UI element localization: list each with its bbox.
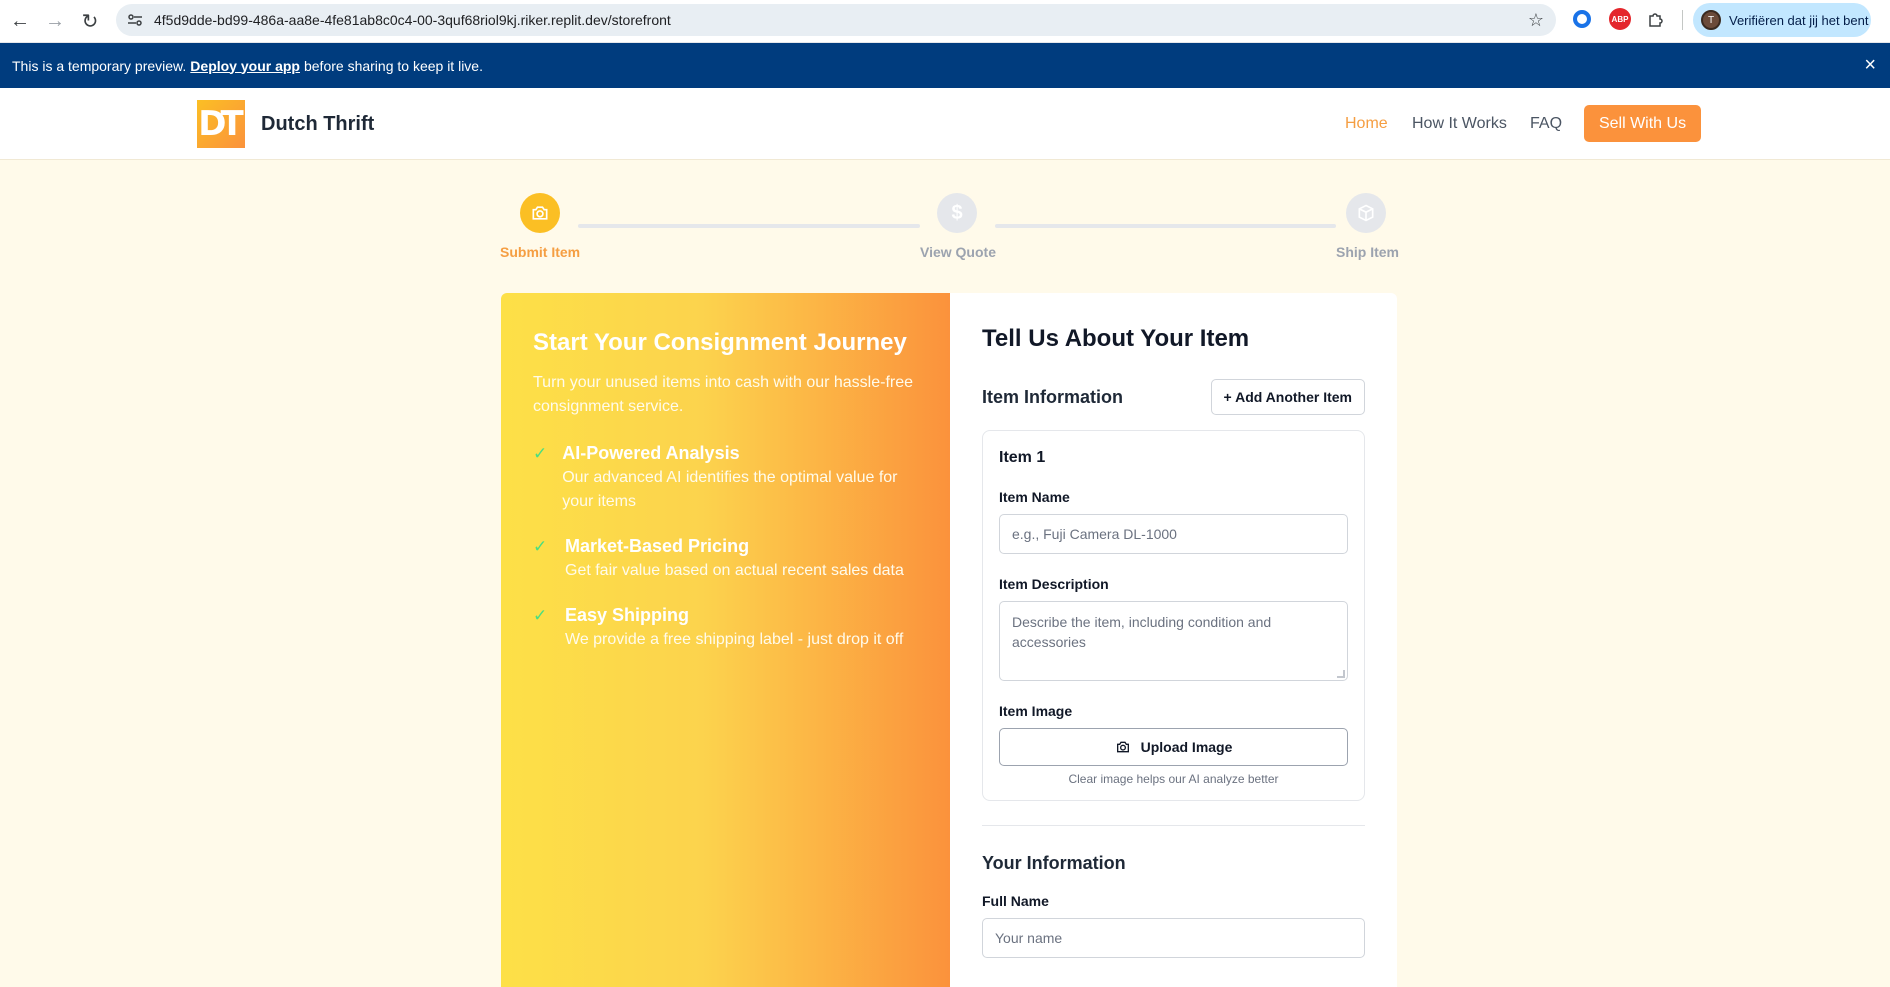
item-name-input[interactable]: e.g., Fuji Camera DL-1000	[999, 514, 1348, 554]
step-submit-label: Submit Item	[500, 244, 581, 260]
reload-icon[interactable]: ↻	[75, 6, 105, 36]
item-name-label: Item Name	[999, 489, 1070, 505]
step-ship-label: Ship Item	[1336, 244, 1400, 260]
intro-panel: Start Your Consignment Journey Turn your…	[501, 293, 950, 987]
add-item-button[interactable]: + Add Another Item	[1210, 379, 1365, 415]
step-ship-circle	[1346, 193, 1386, 233]
intro-subtitle: Turn your unused items into cash with ou…	[533, 374, 914, 415]
feature-title: Easy Shipping	[565, 605, 690, 625]
check-icon: ✓	[533, 606, 548, 625]
forward-icon[interactable]: →	[40, 6, 70, 36]
feature-desc: Get fair value based on actual recent sa…	[565, 562, 904, 579]
step-submit-circle	[520, 193, 560, 233]
step-connector-2	[995, 224, 1336, 228]
adblock-icon[interactable]: ABP	[1609, 8, 1631, 30]
step-connector-1	[578, 224, 920, 228]
package-icon	[1358, 204, 1374, 222]
item-card: Item 1 Item Name e.g., Fuji Camera DL-10…	[982, 430, 1365, 801]
item-section-header: Item Information + Add Another Item	[982, 379, 1365, 415]
banner-text-after: before sharing to keep it live.	[303, 57, 483, 74]
check-icon: ✓	[533, 444, 548, 463]
address-bar[interactable]: 4f5d9dde-bd99-486a-aa8e-4fe81ab8c0c4-00-…	[116, 4, 1556, 36]
camera-icon	[532, 206, 548, 220]
feature-item: ✓ Market-Based Pricing Get fair value ba…	[533, 536, 918, 583]
deploy-link[interactable]: Deploy your app	[190, 58, 300, 74]
feature-item: ✓ Easy Shipping We provide a free shippi…	[533, 605, 918, 652]
step-quote-circle: $	[937, 193, 977, 233]
feature-desc: We provide a free shipping label - just …	[565, 631, 904, 648]
form-title: Tell Us About Your Item	[982, 325, 1250, 352]
feature-title: AI-Powered Analysis	[562, 443, 740, 463]
feature-title: Market-Based Pricing	[565, 536, 750, 556]
your-info-title: Your Information	[982, 853, 1126, 873]
sell-with-us-button[interactable]: Sell With Us	[1584, 105, 1701, 142]
verify-label: Verifiëren dat jij het bent	[1729, 12, 1869, 28]
extensions-puzzle-icon[interactable]	[1645, 8, 1667, 30]
nav-faq[interactable]: FAQ	[1530, 115, 1562, 133]
extension-circle-icon[interactable]	[1573, 10, 1591, 28]
full-name-input[interactable]: Your name	[982, 918, 1365, 958]
full-name-label: Full Name	[982, 893, 1049, 909]
item-form: Tell Us About Your Item Item Information…	[950, 293, 1397, 987]
item-description-placeholder: Describe the item, including condition a…	[1012, 614, 1272, 650]
site-header: DT Dutch Thrift Home How It Works FAQ Se…	[0, 88, 1890, 160]
nav-how-it-works[interactable]: How It Works	[1412, 115, 1507, 133]
step-quote-label: View Quote	[920, 244, 996, 260]
camera-icon	[1115, 739, 1131, 755]
upload-label: Upload Image	[1140, 739, 1233, 755]
preview-banner: This is a temporary preview. Deploy your…	[0, 43, 1890, 88]
banner-text-before: This is a temporary preview.	[12, 57, 187, 74]
brand-name[interactable]: Dutch Thrift	[261, 113, 374, 136]
dollar-icon: $	[951, 201, 963, 224]
avatar: T	[1701, 10, 1721, 30]
site-settings-icon[interactable]	[126, 11, 144, 29]
toolbar-separator	[1682, 10, 1683, 30]
logo[interactable]: DT	[197, 100, 245, 148]
url-text[interactable]: 4f5d9dde-bd99-486a-aa8e-4fe81ab8c0c4-00-…	[154, 12, 671, 28]
item-description-input[interactable]: Describe the item, including condition a…	[999, 601, 1348, 681]
item-card-title: Item 1	[999, 449, 1046, 466]
feature-item: ✓ AI-Powered Analysis Our advanced AI id…	[533, 443, 918, 514]
item-description-label: Item Description	[999, 576, 1109, 592]
item-section-title: Item Information	[982, 387, 1124, 407]
close-icon[interactable]: ×	[1864, 55, 1876, 75]
resize-handle[interactable]	[1337, 670, 1345, 678]
upload-image-button[interactable]: Upload Image	[999, 728, 1348, 766]
upload-hint: Clear image helps our AI analyze better	[1068, 772, 1279, 786]
check-icon: ✓	[533, 537, 548, 556]
bookmark-star-icon[interactable]: ☆	[1528, 10, 1544, 31]
profile-verify-button[interactable]: T Verifiëren dat jij het bent	[1693, 3, 1871, 37]
feature-desc: Our advanced AI identifies the optimal v…	[562, 469, 898, 510]
nav-home[interactable]: Home	[1345, 115, 1388, 133]
logo-text: DT	[198, 104, 243, 144]
browser-toolbar: ← → ↻ 4f5d9dde-bd99-486a-aa8e-4fe81ab8c0…	[0, 0, 1890, 43]
item-image-label: Item Image	[999, 703, 1073, 719]
section-divider	[982, 825, 1365, 826]
intro-title: Start Your Consignment Journey	[533, 329, 907, 356]
back-icon[interactable]: ←	[5, 6, 35, 36]
